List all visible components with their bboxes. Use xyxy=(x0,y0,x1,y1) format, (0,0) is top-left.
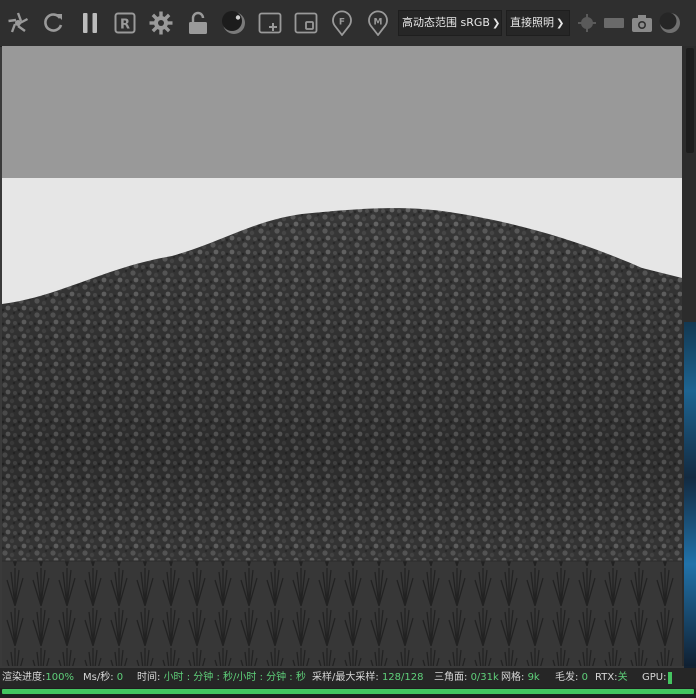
region-r-icon[interactable]: R xyxy=(110,8,140,38)
mesh-status: 网格: 9k xyxy=(501,668,540,688)
unlock-icon[interactable] xyxy=(183,8,213,38)
focus-pin-icon[interactable]: F xyxy=(327,8,357,38)
samples-status: 采样/最大采样: 128/128 xyxy=(312,668,423,688)
render-progress-fill xyxy=(2,689,694,694)
render-toolbar: R F M 高动态范围 sRGB ❯ 直接照明 ❯ xyxy=(0,0,696,47)
color-space-dropdown[interactable]: 高动态范围 sRGB ❯ xyxy=(398,10,502,36)
rtx-value: 关 xyxy=(617,672,628,683)
sphere-icon[interactable] xyxy=(219,8,249,38)
progress-value: 100% xyxy=(45,672,74,683)
ms-label: Ms/秒: xyxy=(83,672,114,683)
dot-icon[interactable] xyxy=(572,8,602,38)
material-pin-icon[interactable]: M xyxy=(363,8,393,38)
triangles-label: 三角面: xyxy=(434,672,468,683)
gpu-status: GPU: xyxy=(642,668,666,688)
render-progress-bar xyxy=(0,688,696,698)
status-bar: 渲染进度:100% Ms/秒: 0 时间: 小时 : 分钟 : 秒/小时 : 分… xyxy=(0,668,696,688)
gpu-usage-bar xyxy=(668,672,672,684)
sphere-small-icon[interactable] xyxy=(655,8,685,38)
lighting-mode-label: 直接照明 xyxy=(510,16,554,29)
chevron-down-icon: ❯ xyxy=(491,18,501,29)
color-space-label: 高动态范围 sRGB xyxy=(402,16,490,29)
render-preview-image xyxy=(2,46,682,666)
camera-icon[interactable] xyxy=(627,8,657,38)
gear-icon[interactable] xyxy=(146,8,176,38)
time-value: 小时 : 分钟 : 秒/小时 : 分钟 : 秒 xyxy=(163,672,306,683)
mesh-value: 9k xyxy=(527,672,540,683)
render-progress-status: 渲染进度:100% xyxy=(2,668,74,688)
svg-text:M: M xyxy=(374,18,383,28)
ms-value: 0 xyxy=(116,672,124,683)
samples-value: 128/128 xyxy=(381,672,424,683)
refresh-icon[interactable] xyxy=(38,8,68,38)
rtx-status: RTX:关 xyxy=(595,668,628,688)
vertical-scrollbar[interactable] xyxy=(686,48,694,153)
chevron-down-icon: ❯ xyxy=(556,18,565,29)
add-region-icon[interactable] xyxy=(255,8,285,38)
rtx-label: RTX: xyxy=(595,672,618,683)
hair-label: 毛发: xyxy=(555,672,579,683)
samples-label: 采样/最大采样: xyxy=(312,672,379,683)
render-viewport[interactable] xyxy=(2,46,682,666)
svg-text:R: R xyxy=(120,18,130,33)
hair-value: 0 xyxy=(581,672,588,683)
time-status: 时间: 小时 : 分钟 : 秒/小时 : 分钟 : 秒 xyxy=(137,668,306,688)
svg-text:F: F xyxy=(339,18,345,28)
lighting-mode-dropdown[interactable]: 直接照明 ❯ xyxy=(506,10,570,36)
ms-per-sec-status: Ms/秒: 0 xyxy=(83,668,123,688)
hair-status: 毛发: 0 xyxy=(555,668,588,688)
gpu-label: GPU: xyxy=(642,672,667,683)
triangles-status: 三角面: 0/31k xyxy=(434,668,499,688)
background-window-strip xyxy=(684,322,696,668)
rect-icon[interactable] xyxy=(599,8,629,38)
triangles-value: 0/31k xyxy=(470,672,499,683)
time-label: 时间: xyxy=(137,672,161,683)
crop-region-icon[interactable] xyxy=(291,8,321,38)
progress-label: 渲染进度: xyxy=(2,672,46,683)
aperture-icon[interactable] xyxy=(3,8,33,38)
pause-icon[interactable] xyxy=(75,8,105,38)
mesh-label: 网格: xyxy=(501,672,525,683)
